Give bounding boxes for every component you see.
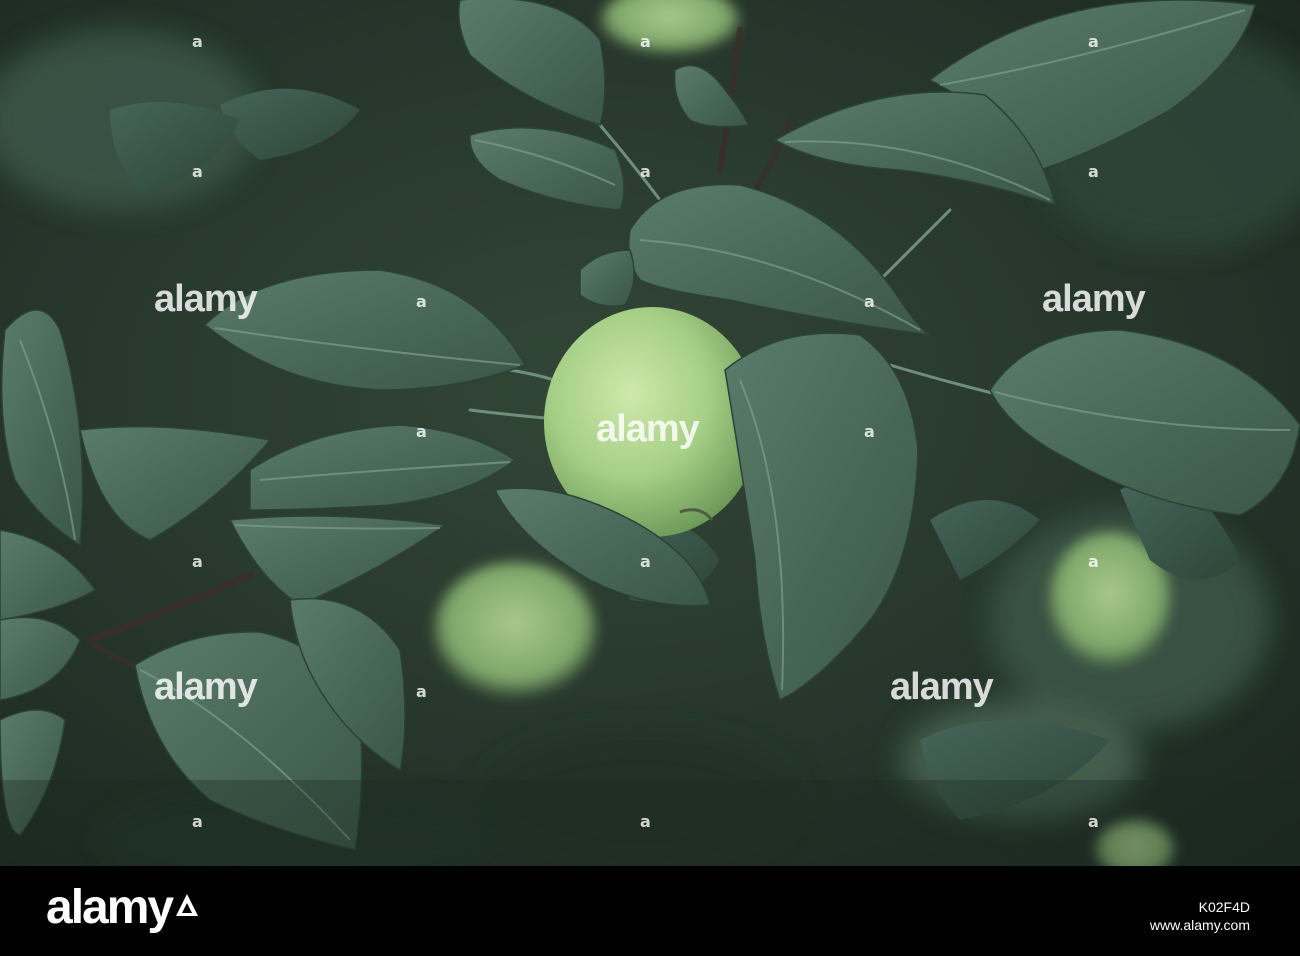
watermark-mark: a [1088, 552, 1099, 571]
watermark-mark: a [192, 552, 203, 571]
watermark-mark: a [192, 812, 203, 831]
image-id: K02F4D [1198, 899, 1250, 915]
apple-tree-photo: alamy alamy alamy alamy alamy a a a a a … [0, 0, 1300, 866]
watermark: alamy [596, 408, 700, 450]
watermark-mark: a [640, 32, 651, 51]
watermark-mark: a [1088, 162, 1099, 181]
watermark-mark: a [416, 292, 427, 311]
watermark-mark: a [640, 812, 651, 831]
watermark-mark: a [864, 422, 875, 441]
watermark-mark: a [416, 682, 427, 701]
alamy-logo: alamy [46, 881, 174, 934]
watermark: alamy [154, 278, 258, 320]
watermark: alamy [1042, 278, 1146, 320]
watermark-mark: a [1088, 812, 1099, 831]
watermark-mark: a [192, 162, 203, 181]
site-url: www.alamy.com [1149, 917, 1250, 933]
watermark-mark: a [640, 162, 651, 181]
watermark-mark: a [416, 422, 427, 441]
watermark: alamy [890, 666, 994, 708]
watermark-mark: a [864, 292, 875, 311]
alamy-logo-icon [176, 894, 198, 916]
watermark-mark: a [640, 552, 651, 571]
watermark-mark: a [192, 32, 203, 51]
footer-bar: alamy K02F4D www.alamy.com [0, 866, 1300, 956]
watermark: alamy [154, 666, 258, 708]
watermark-mark: a [1088, 32, 1099, 51]
